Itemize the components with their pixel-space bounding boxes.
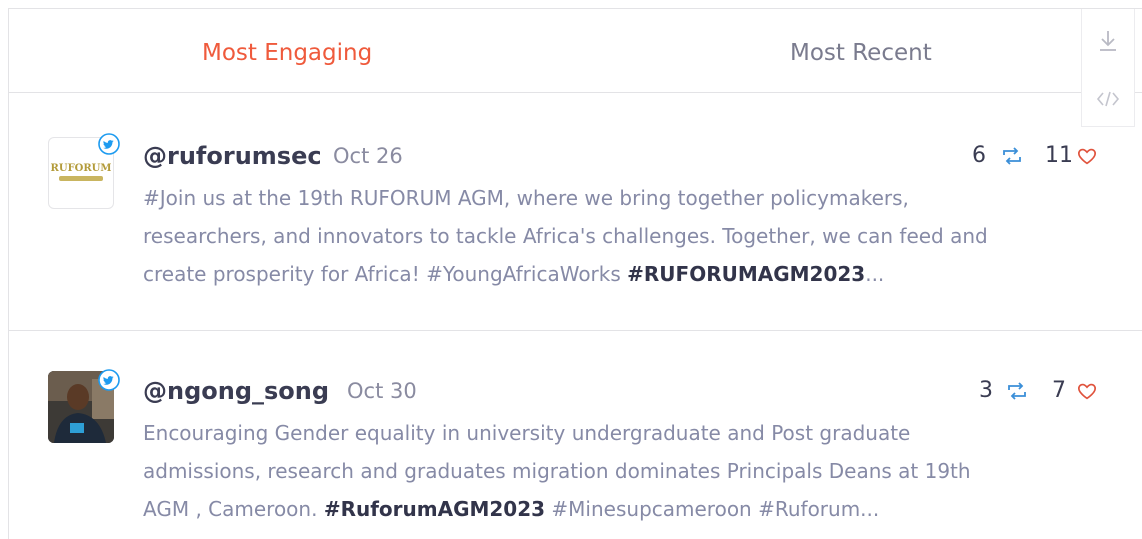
tab-most-engaging[interactable]: Most Engaging — [202, 37, 372, 69]
tweet-date: Oct 30 — [347, 379, 417, 403]
retweet-icon[interactable] — [1005, 379, 1029, 403]
retweet-count: 3 — [979, 378, 993, 403]
tweet-card[interactable]: @ngong_song Oct 30 3 7 Encouraging Gende… — [9, 331, 1142, 539]
tweet-line: create prosperity for Africa! #YoungAfri… — [143, 262, 885, 286]
download-button[interactable] — [1082, 21, 1134, 61]
hashtag[interactable]: #RuforumAGM2023 — [324, 497, 545, 521]
tweet-handle[interactable]: @ruforumsec — [143, 141, 322, 171]
twitter-badge-icon — [98, 133, 120, 155]
tweet-text: #Join us at the 19th RUFORUM AGM, where … — [143, 179, 1123, 293]
tweet-date: Oct 26 — [333, 144, 403, 168]
ruforum-logo: RUFORUM — [51, 160, 111, 184]
retweet-icon[interactable] — [1000, 144, 1024, 168]
tab-most-recent[interactable]: Most Recent — [790, 37, 932, 69]
like-count: 7 — [1052, 378, 1066, 403]
hashtag[interactable]: #RUFORUMAGM2023 — [627, 262, 865, 286]
tweet-line: AGM , Cameroon. #RuforumAGM2023 #Minesup… — [143, 497, 880, 521]
feed-tabs: Most Engaging Most Recent — [9, 9, 1142, 93]
tweet-card[interactable]: RUFORUM @ruforumsec Oct 26 6 11 #Join us — [9, 93, 1142, 331]
tweet-line: researchers, and innovators to tackle Af… — [143, 224, 988, 248]
heart-icon[interactable] — [1076, 145, 1098, 167]
tweet-line: admissions, research and graduates migra… — [143, 459, 971, 483]
like-count: 11 — [1045, 143, 1073, 168]
heart-icon[interactable] — [1076, 380, 1098, 402]
tweet-line: #Join us at the 19th RUFORUM AGM, where … — [143, 186, 909, 210]
tweet-handle[interactable]: @ngong_song — [143, 376, 329, 406]
retweet-count: 6 — [972, 143, 986, 168]
tweet-text: Encouraging Gender equality in universit… — [143, 414, 1123, 528]
download-icon — [1100, 31, 1116, 51]
tweet-line: Encouraging Gender equality in universit… — [143, 421, 911, 445]
social-feed-panel: Most Engaging Most Recent RUFORUM @rufor… — [8, 8, 1142, 539]
twitter-badge-icon — [98, 369, 120, 391]
